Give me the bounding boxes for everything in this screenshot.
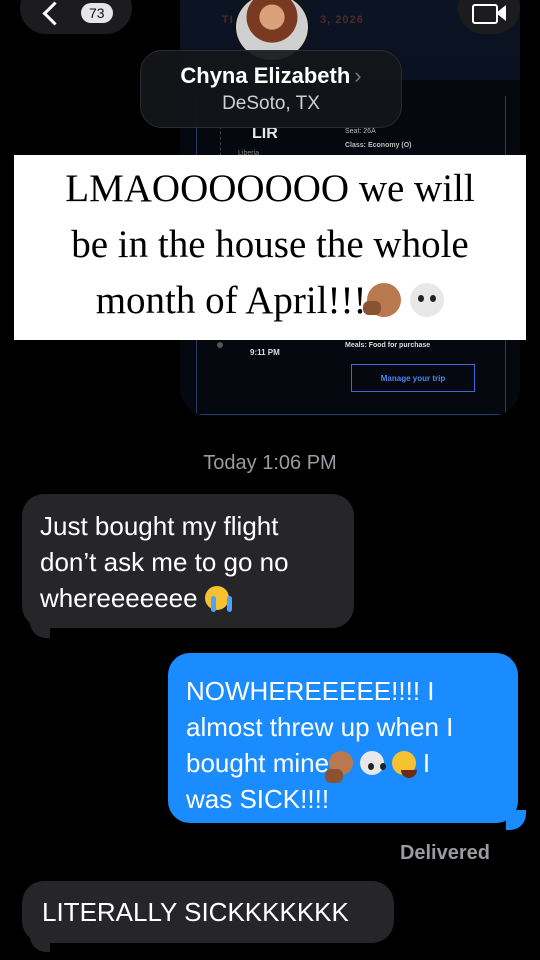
skull-emoji-icon xyxy=(410,283,445,317)
class-info: Class: Economy (O) xyxy=(345,142,412,149)
message-line: NOWHEREEEEE!!!! I xyxy=(186,676,435,706)
route-dot xyxy=(217,342,223,348)
crying-emoji-icon xyxy=(204,586,229,612)
unread-count-badge: 73 xyxy=(81,3,113,23)
laughing-emoji-icon xyxy=(391,751,417,778)
image-date-left: TI xyxy=(222,14,234,26)
caption-line-3: month of April!!! xyxy=(95,279,367,322)
message-line: don’t ask me to go no xyxy=(40,547,289,577)
image-date-right: 3, 2026 xyxy=(320,14,364,26)
bubble-tail xyxy=(30,932,50,952)
contact-name: Chyna Elizabeth xyxy=(180,63,351,88)
message-line: Just bought my flight xyxy=(40,511,279,541)
bubble-tail xyxy=(30,618,50,638)
skull-emoji-icon xyxy=(360,751,385,775)
message-line: I xyxy=(422,748,431,778)
seat-info: Seat: 26A xyxy=(345,128,376,135)
route-line xyxy=(220,126,221,156)
meals-info: Meals: Food for purchase xyxy=(345,342,431,349)
video-camera-icon xyxy=(472,4,498,24)
caption-line-1: LMAOOOOOOO we will xyxy=(65,167,475,210)
delivery-status: Delivered xyxy=(399,842,490,864)
message-timestamp: Today 1:06 PM xyxy=(203,452,337,474)
caption-overlay: LMAOOOOOOO we will be in the house the w… xyxy=(14,155,526,340)
back-button[interactable]: 73 xyxy=(20,0,132,34)
message-bubble-received[interactable]: Just bought my flight don’t ask me to go… xyxy=(22,494,354,628)
facepalm-emoji-icon xyxy=(362,283,401,317)
message-line: bought mine xyxy=(186,748,330,778)
message-bubble-sent[interactable]: NOWHEREEEEE!!!! I almost threw up when I… xyxy=(168,653,518,823)
contact-header[interactable]: Chyna Elizabeth › DeSoto, TX xyxy=(140,50,402,128)
message-bubble-received[interactable]: LITERALLY SICKKKKKKK xyxy=(22,881,394,943)
message-line: was SICK!!!! xyxy=(186,784,330,814)
bubble-tail xyxy=(506,810,526,830)
contact-location: DeSoto, TX xyxy=(222,93,320,114)
chevron-right-icon: › xyxy=(354,63,362,88)
manage-trip-button: Manage your trip xyxy=(351,364,475,392)
caption-line-2: be in the house the whole xyxy=(71,223,469,266)
flight-time: 9:11 PM xyxy=(250,348,280,357)
chevron-left-icon xyxy=(42,0,67,26)
message-line: LITERALLY SICKKKKKKK xyxy=(42,897,349,927)
facepalm-emoji-icon xyxy=(325,751,354,783)
message-line: almost threw up when I xyxy=(186,712,454,742)
message-line: whereeeeeee xyxy=(40,583,198,613)
